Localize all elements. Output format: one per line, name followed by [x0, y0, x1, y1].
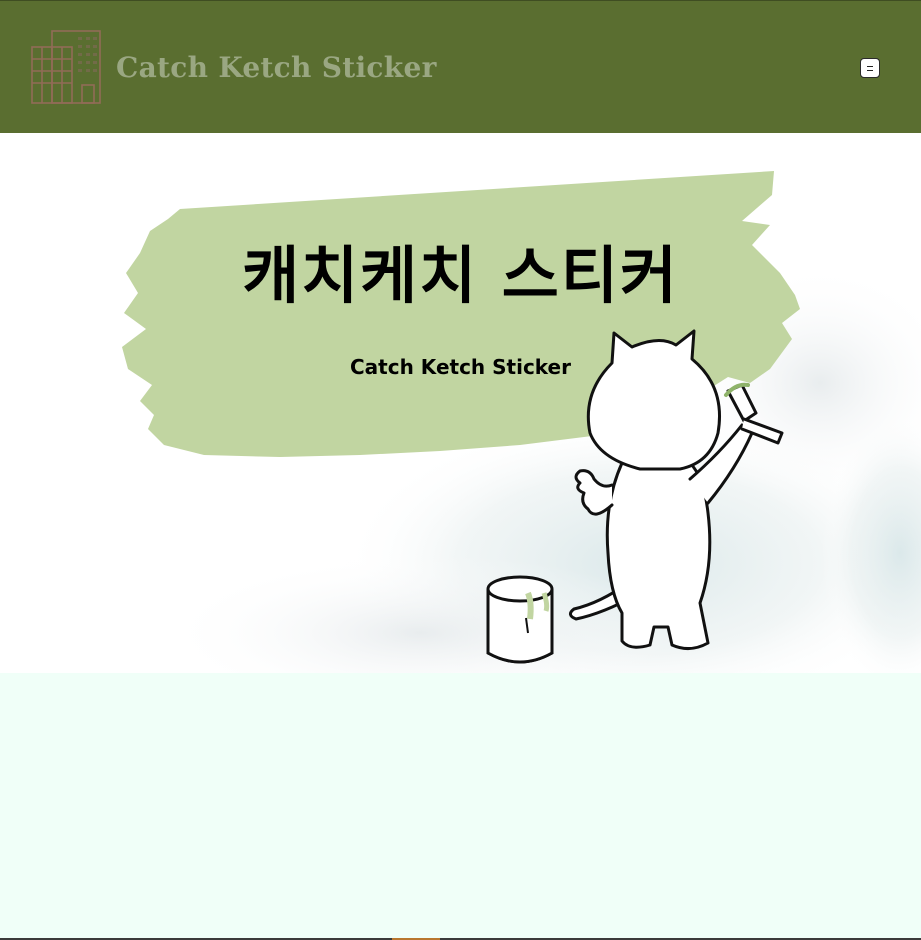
logo-text: Catch Ketch Sticker	[116, 50, 437, 84]
hamburger-menu-icon	[867, 65, 873, 71]
logo-link[interactable]: Catch Ketch Sticker	[30, 29, 437, 105]
content-area	[0, 673, 921, 940]
page: Catch Ketch Sticker 캐치케치 스티커 Catch Ketch…	[0, 0, 921, 940]
menu-toggle-button[interactable]	[860, 58, 880, 78]
hero-subtitle: Catch Ketch Sticker	[350, 355, 571, 379]
building-icon	[31, 30, 101, 104]
paint-can	[486, 575, 554, 664]
hero-banner: 캐치케치 스티커 Catch Ketch Sticker	[0, 133, 921, 673]
site-header: Catch Ketch Sticker	[0, 0, 921, 133]
hero-title: 캐치케치 스티커	[242, 239, 679, 312]
hero-illustration	[122, 171, 921, 673]
